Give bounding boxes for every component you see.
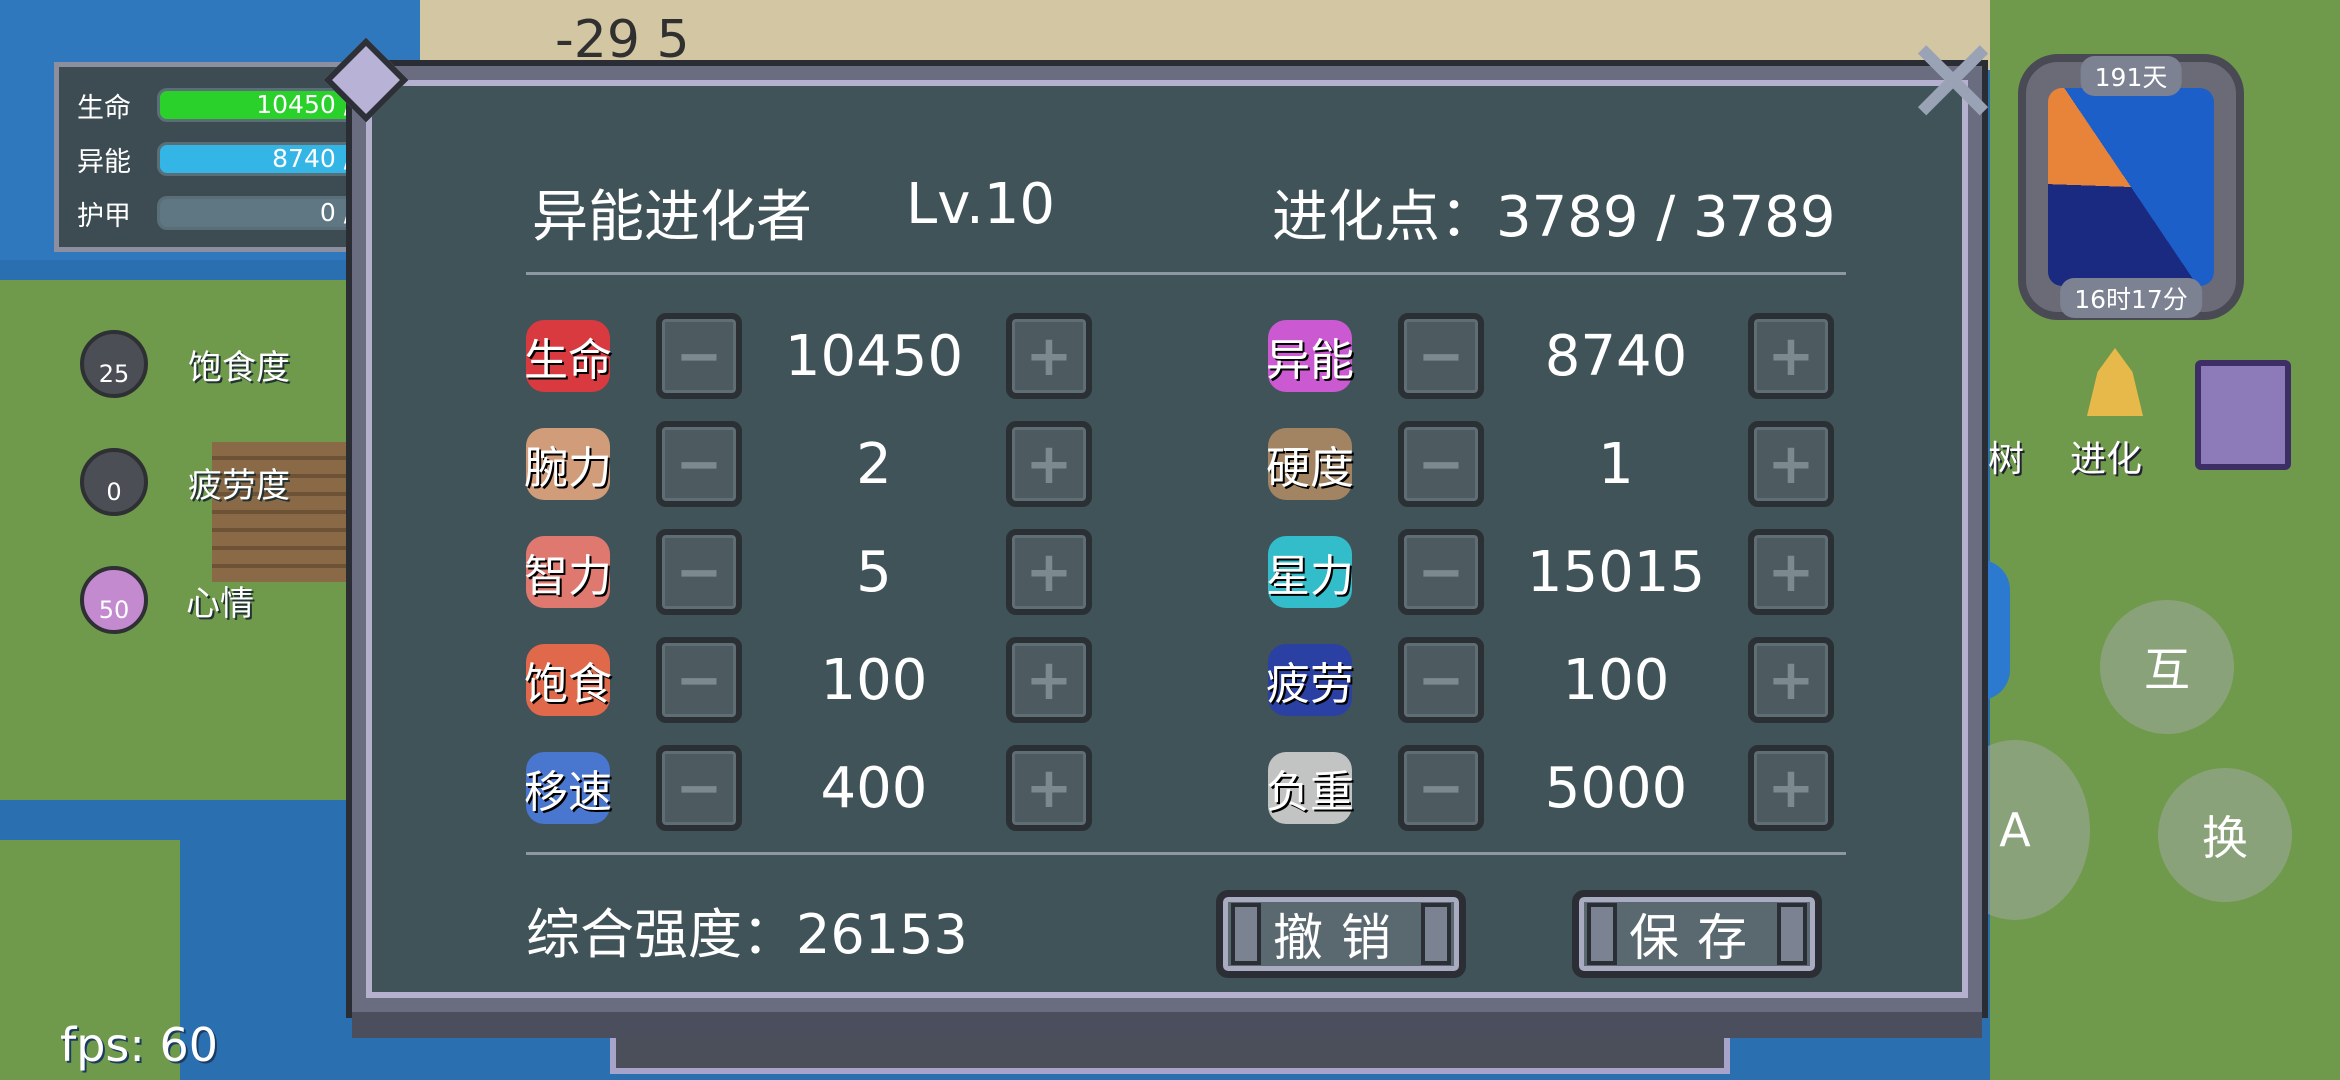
weight-icon: 负重 bbox=[1260, 744, 1360, 832]
increase-button[interactable]: + bbox=[1006, 745, 1092, 831]
stat-row: 疲劳 − 100 + bbox=[1260, 636, 1834, 724]
save-button[interactable]: 保存 bbox=[1572, 890, 1822, 978]
quest-scroll-icon[interactable] bbox=[2195, 360, 2291, 470]
stat-name: 智力 bbox=[524, 551, 612, 602]
stat-value: 5000 bbox=[1544, 755, 1688, 821]
armor-label: 护甲 bbox=[77, 200, 131, 232]
increase-button[interactable]: + bbox=[1748, 637, 1834, 723]
mood-label: 心情 bbox=[186, 583, 254, 624]
class-name: 异能进化者 bbox=[532, 185, 812, 250]
armor-row: 护甲 0 / 0 bbox=[77, 193, 387, 233]
stat-value: 2 bbox=[856, 431, 892, 497]
increase-button[interactable]: + bbox=[1748, 313, 1834, 399]
stat-row: 移速 − 400 + bbox=[518, 744, 1092, 832]
decrease-button[interactable]: − bbox=[1398, 529, 1484, 615]
stat-row: 智力 − 5 + bbox=[518, 528, 1092, 616]
stat-value: 15015 bbox=[1526, 539, 1706, 605]
swap-button[interactable]: 换 bbox=[2158, 768, 2292, 902]
close-button[interactable]: ✕ bbox=[1898, 24, 2008, 144]
decrease-button[interactable]: − bbox=[656, 745, 742, 831]
stat-value: 10450 bbox=[784, 323, 964, 389]
boot-icon: 移速 bbox=[518, 744, 618, 832]
decrease-button[interactable]: − bbox=[656, 637, 742, 723]
stat-name: 异能 bbox=[1266, 335, 1354, 386]
increase-button[interactable]: + bbox=[1748, 745, 1834, 831]
increase-button[interactable]: + bbox=[1748, 529, 1834, 615]
stat-name: 疲劳 bbox=[1266, 659, 1354, 710]
need-fatigue: 0 疲劳度 bbox=[80, 448, 290, 516]
hunger-icon: 25 bbox=[80, 330, 148, 398]
day-clock: 191天 16时17分 bbox=[2018, 54, 2244, 320]
need-hunger: 25 饱食度 bbox=[80, 330, 290, 398]
time-of-day: 16时17分 bbox=[2060, 278, 2202, 318]
evolution-dialog: ✕ 异能进化者 Lv.10 进化点：3789 / 3789 生命 −10450 + 腕… bbox=[323, 24, 2003, 1038]
tree-button[interactable]: 树 bbox=[1988, 430, 2024, 482]
increase-button[interactable]: + bbox=[1006, 313, 1092, 399]
decrease-button[interactable]: − bbox=[656, 529, 742, 615]
decrease-button[interactable]: − bbox=[1398, 421, 1484, 507]
stat-value: 400 bbox=[820, 755, 928, 821]
fatigue-label: 疲劳度 bbox=[188, 465, 290, 506]
stat-name: 腕力 bbox=[524, 443, 612, 494]
fist-icon: 腕力 bbox=[518, 420, 618, 508]
stat-name: 星力 bbox=[1266, 551, 1354, 602]
decrease-button[interactable]: − bbox=[1398, 745, 1484, 831]
stat-row: 负重 −5000 + bbox=[1260, 744, 1834, 832]
crystal-star-icon: 星力 bbox=[1260, 528, 1360, 616]
evolution-points: 进化点：3789 / 3789 bbox=[1272, 185, 1836, 250]
decrease-button[interactable]: − bbox=[656, 421, 742, 507]
top-divider bbox=[526, 272, 1846, 275]
hunger-label: 饱食度 bbox=[188, 347, 290, 388]
increase-button[interactable]: + bbox=[1006, 637, 1092, 723]
increase-button[interactable]: + bbox=[1748, 421, 1834, 507]
interact-button[interactable]: 互 bbox=[2100, 600, 2234, 734]
need-mood: 50 心情 bbox=[80, 566, 254, 634]
player-coordinates: -29 5 bbox=[555, 10, 690, 70]
undo-button[interactable]: 撤销 bbox=[1216, 890, 1466, 978]
increase-button[interactable]: + bbox=[1006, 421, 1092, 507]
stat-row: 硬度 − 1 + bbox=[1260, 420, 1834, 508]
stat-name: 硬度 bbox=[1266, 443, 1354, 494]
stat-value: 5 bbox=[856, 539, 892, 605]
player-level: Lv.10 bbox=[906, 172, 1056, 237]
decrease-button[interactable]: − bbox=[1398, 637, 1484, 723]
heart-icon: 生命 bbox=[518, 312, 618, 400]
stat-value: 8740 bbox=[1544, 323, 1688, 389]
fatigue-need-icon: 0 bbox=[80, 448, 148, 516]
day-counter: 191天 bbox=[2080, 56, 2182, 96]
hp-label: 生命 bbox=[77, 92, 131, 124]
clock-face-icon bbox=[2048, 88, 2214, 286]
stat-row: 饱食 − 100 + bbox=[518, 636, 1092, 724]
decrease-button[interactable]: − bbox=[1398, 313, 1484, 399]
stat-row: 生命 −10450 + bbox=[518, 312, 1092, 400]
fps-counter: fps: 60 bbox=[60, 1018, 219, 1072]
mood-icon: 50 bbox=[80, 566, 148, 634]
stat-row: 异能 −8740 + bbox=[1260, 312, 1834, 400]
fatigue-icon: 疲劳 bbox=[1260, 636, 1360, 724]
stat-name: 移速 bbox=[524, 767, 612, 818]
stat-name: 生命 bbox=[524, 335, 612, 386]
stat-value: 1 bbox=[1598, 431, 1634, 497]
energy-label: 异能 bbox=[77, 146, 131, 178]
energy-row: 异能 8740 / 8 bbox=[77, 139, 387, 179]
bottom-divider bbox=[526, 852, 1846, 855]
stat-row: 腕力 − 2 + bbox=[518, 420, 1092, 508]
stat-row: 星力 −15015 + bbox=[1260, 528, 1834, 616]
total-strength: 综合强度：26153 bbox=[526, 903, 968, 966]
increase-button[interactable]: + bbox=[1006, 529, 1092, 615]
stat-name: 负重 bbox=[1266, 767, 1354, 818]
shield-icon: 硬度 bbox=[1260, 420, 1360, 508]
brain-icon: 智力 bbox=[518, 528, 618, 616]
stat-value: 100 bbox=[820, 647, 928, 713]
evolve-button[interactable]: 进化 bbox=[2070, 430, 2142, 482]
stat-value: 100 bbox=[1562, 647, 1670, 713]
decrease-button[interactable]: − bbox=[656, 313, 742, 399]
star-icon: 异能 bbox=[1260, 312, 1360, 400]
stat-name: 饱食 bbox=[524, 659, 612, 710]
drumstick-icon: 饱食 bbox=[518, 636, 618, 724]
